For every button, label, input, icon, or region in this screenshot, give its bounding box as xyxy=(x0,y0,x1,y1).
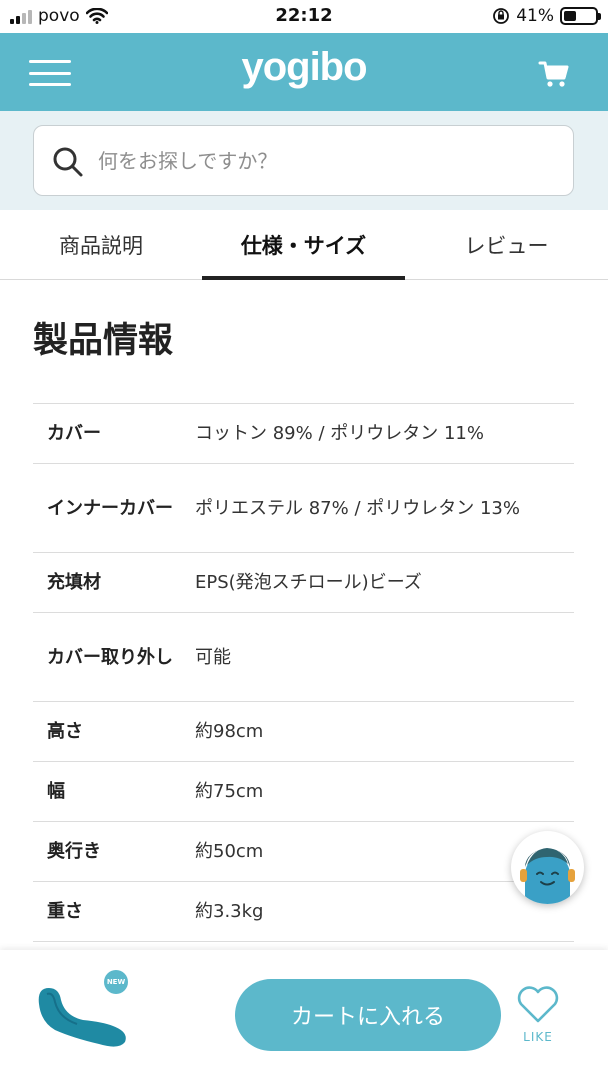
product-tabs: 商品説明 仕様・サイズ レビュー xyxy=(0,210,608,280)
tab-reviews[interactable]: レビュー xyxy=(405,210,608,280)
tab-description[interactable]: 商品説明 xyxy=(0,210,202,280)
spec-label: カバー xyxy=(47,423,101,444)
spec-value: 約98cm xyxy=(195,721,264,742)
spec-row-weight: 重さ 約3.3kg xyxy=(33,882,574,942)
spec-label: カバー取り外し xyxy=(47,646,173,668)
support-avatar-icon xyxy=(520,848,575,904)
spec-table: カバー コットン 89% / ポリウレタン 11% インナーカバー ポリエステル… xyxy=(33,403,574,942)
search-icon xyxy=(53,147,83,177)
spec-row-cover: カバー コットン 89% / ポリウレタン 11% xyxy=(33,404,574,464)
spec-label: 奥行き xyxy=(47,841,101,862)
site-header: yogibo xyxy=(0,33,608,111)
search-box[interactable] xyxy=(33,125,574,196)
tab-specs-size[interactable]: 仕様・サイズ xyxy=(202,210,405,280)
spec-value: EPS(発泡スチロール)ビーズ xyxy=(195,572,422,593)
spec-value: 可能 xyxy=(195,646,231,668)
spec-value: コットン 89% / ポリウレタン 11% xyxy=(195,423,484,444)
section-title: 製品情報 xyxy=(33,321,174,361)
search-input[interactable] xyxy=(98,134,558,188)
add-to-cart-button[interactable]: カートに入れる xyxy=(235,979,501,1051)
bottom-action-bar: NEW カートに入れる LIKE xyxy=(0,950,608,1080)
cart-icon[interactable] xyxy=(538,59,570,89)
status-bar: povo 22:12 41% xyxy=(0,0,608,33)
battery-percent: 41% xyxy=(516,6,554,26)
spec-value: ポリエステル 87% / ポリウレタン 13% xyxy=(195,497,520,519)
heart-icon xyxy=(517,986,559,1023)
spec-row-width: 幅 約75cm xyxy=(33,762,574,822)
battery-icon xyxy=(560,7,601,25)
spec-label: 充填材 xyxy=(47,572,101,593)
like-label: LIKE xyxy=(523,1030,553,1044)
spec-label: 高さ xyxy=(47,721,83,742)
spec-row-height: 高さ 約98cm xyxy=(33,702,574,762)
spec-value: 約3.3kg xyxy=(195,901,264,922)
chat-support-button[interactable] xyxy=(511,831,584,904)
spec-label: インナーカバー xyxy=(47,497,173,519)
new-badge: NEW xyxy=(104,970,128,994)
spec-row-removable-cover: カバー取り外し 可能 xyxy=(33,613,574,702)
spec-label: 重さ xyxy=(47,901,83,922)
battery-info: 41% xyxy=(492,6,601,26)
search-area xyxy=(0,111,608,210)
spec-value: 約75cm xyxy=(195,781,264,802)
orientation-lock-icon xyxy=(493,8,510,24)
like-button[interactable]: LIKE xyxy=(514,986,562,1044)
spec-row-filling: 充填材 EPS(発泡スチロール)ビーズ xyxy=(33,553,574,613)
spec-row-inner-cover: インナーカバー ポリエステル 87% / ポリウレタン 13% xyxy=(33,464,574,553)
spec-row-depth: 奥行き 約50cm xyxy=(33,822,574,882)
site-logo[interactable]: yogibo xyxy=(0,45,608,90)
spec-label: 幅 xyxy=(47,781,65,802)
